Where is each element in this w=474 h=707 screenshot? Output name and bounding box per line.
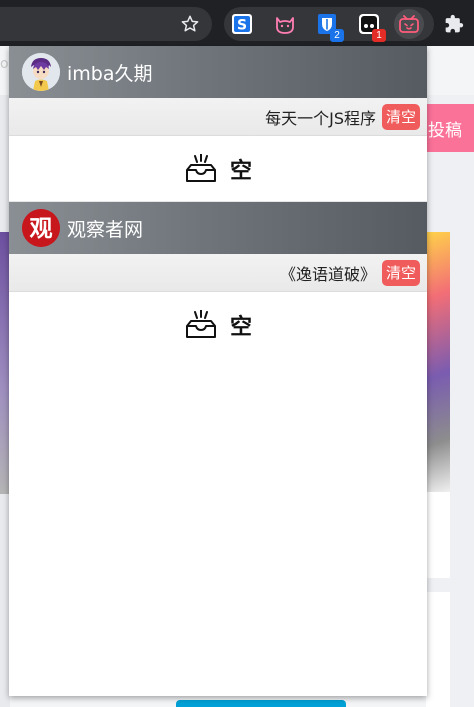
video-row: 《逸语道破》 清空 (9, 254, 427, 292)
background-blue-button (176, 700, 346, 707)
tv-extension-icon[interactable]: 1 (354, 9, 386, 42)
group-name: 观察者网 (67, 218, 144, 241)
puzzle-icon[interactable] (440, 10, 468, 38)
browser-toolbar: S 2 1 (0, 0, 474, 46)
video-row: 每天一个JS程序 清空 (9, 98, 427, 136)
svg-text:观: 观 (30, 216, 53, 242)
bitwarden-extension-icon[interactable]: 2 (312, 9, 344, 42)
group-header[interactable]: imba久期 (9, 46, 427, 98)
upload-button[interactable]: 投稿 (426, 104, 474, 152)
empty-text: 空 (229, 158, 252, 184)
empty-state: 空 (9, 136, 427, 202)
background-right-card (426, 492, 450, 578)
guancha-avatar: 观 (22, 209, 60, 247)
empty-state: 空 (9, 292, 427, 358)
background-right-card-2 (426, 592, 450, 707)
extension-popup: imba久期 每天一个JS程序 清空 空 观 观察者网 《逸语道破》 清空 空 (9, 46, 427, 696)
s-extension-icon[interactable]: S (227, 9, 257, 39)
empty-text: 空 (229, 315, 252, 340)
group-name: imba久期 (67, 62, 153, 85)
inbox-icon (184, 309, 218, 340)
cat-extension-icon[interactable] (270, 9, 300, 39)
star-icon[interactable] (176, 10, 204, 38)
anime-avatar (22, 53, 60, 91)
background-right-thumbnail (426, 232, 450, 492)
tv-badge: 1 (372, 29, 386, 42)
bilibili-extension-icon[interactable] (394, 9, 424, 39)
video-title[interactable]: 每天一个JS程序 (265, 105, 376, 129)
clear-button[interactable]: 清空 (381, 103, 420, 130)
group-header[interactable]: 观 观察者网 (9, 202, 427, 254)
clear-button[interactable]: 清空 (381, 259, 420, 286)
video-title[interactable]: 《逸语道破》 (280, 261, 376, 285)
bitwarden-badge: 2 (330, 29, 344, 42)
inbox-icon (184, 152, 218, 184)
svg-text:S: S (237, 18, 247, 34)
